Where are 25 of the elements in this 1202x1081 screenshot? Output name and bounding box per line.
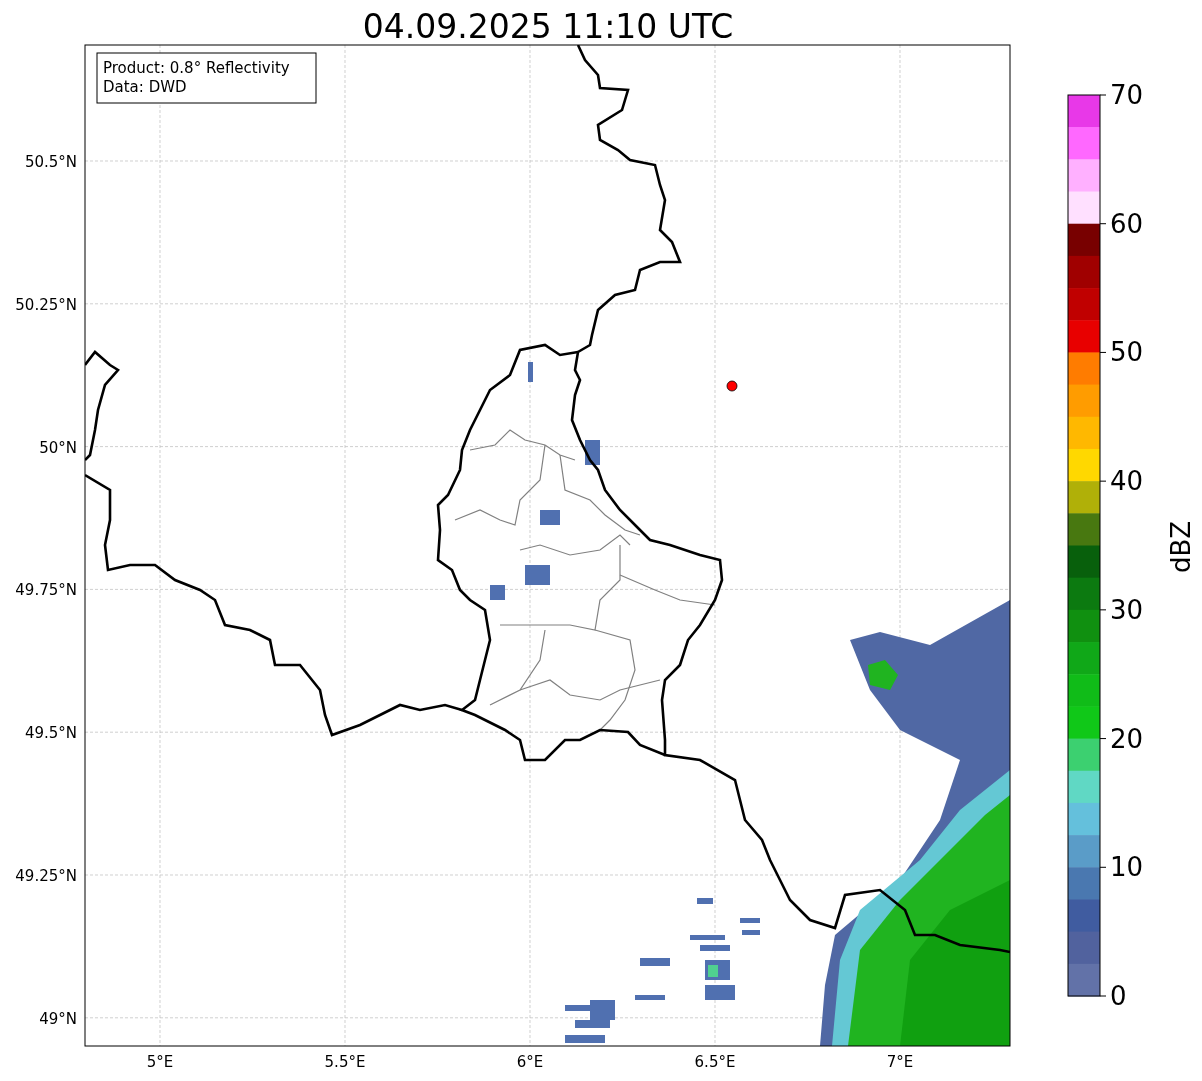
longitude-label: 5°E <box>146 1053 174 1071</box>
latitude-label: 49.75°N <box>15 581 77 600</box>
info-text: Product: 0.8° Reflectivity <box>103 59 290 77</box>
longitude-label: 5.5°E <box>324 1053 366 1071</box>
longitude-label: 6.5°E <box>694 1053 736 1071</box>
latitude-label: 49.5°N <box>24 724 77 743</box>
colorbar-tick-label: 30 <box>1110 594 1144 625</box>
longitude-label: 6°E <box>516 1053 544 1071</box>
latitude-label: 49.25°N <box>15 867 77 885</box>
latitude-label: 49°N <box>39 1009 77 1028</box>
colorbar-label: dBZ <box>1166 520 1196 574</box>
colorbar-tick-label: 0 <box>1110 981 1127 1011</box>
colorbar-tick-label: 10 <box>1110 852 1144 883</box>
latitude-label: 50.5°N <box>24 153 77 171</box>
location-marker-icon <box>726 380 738 392</box>
info-text: Data: DWD <box>103 78 187 96</box>
latitude-label: 50.25°N <box>15 295 77 314</box>
longitude-label: 7°E <box>886 1053 914 1071</box>
chart-title: 04.09.2025 11:10 UTC <box>362 7 734 46</box>
colorbar-tick-label: 50 <box>1110 337 1144 368</box>
colorbar-tick-label: 20 <box>1110 723 1144 754</box>
colorbar-tick-label: 40 <box>1110 466 1144 497</box>
colorbar-tick-label: 60 <box>1110 208 1144 239</box>
colorbar-tick-label: 70 <box>1110 80 1144 110</box>
latitude-label: 50°N <box>39 438 77 457</box>
